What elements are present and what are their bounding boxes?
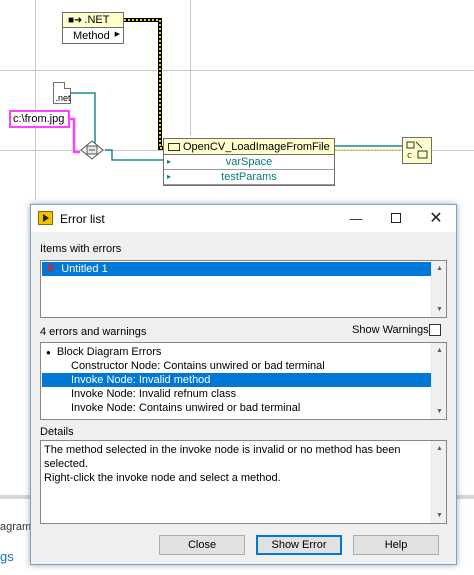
terminal-arrow-icon: ▸	[167, 172, 172, 181]
help-button[interactable]: Help	[353, 535, 439, 555]
tree-item-label: Invoke Node: Invalid method	[71, 374, 211, 386]
dialog-title: Error list	[60, 212, 105, 226]
svg-text:c: c	[407, 151, 412, 160]
items-list[interactable]: ✗ Untitled 1 ▲ ▼	[40, 260, 447, 318]
details-scrollbar[interactable]: ▲ ▼	[431, 441, 446, 523]
tree-item-label: Invoke Node: Invalid refnum class	[71, 388, 237, 400]
scroll-up-arrow-icon[interactable]: ▲	[432, 343, 446, 358]
dotnet-arrow-icon: ■➜	[68, 14, 83, 26]
error-tree-scrollbar[interactable]: ▲ ▼	[431, 343, 446, 419]
list-item-label: Untitled 1	[61, 263, 108, 275]
terminal-arrow-icon: ▸	[167, 157, 172, 166]
tree-item-label: Constructor Node: Contains unwired or ba…	[71, 360, 325, 372]
scroll-up-arrow-icon[interactable]: ▲	[432, 261, 446, 276]
tree-item-selected[interactable]: Invoke Node: Invalid method	[42, 373, 431, 387]
chevron-right-icon: ▶	[114, 31, 120, 38]
dotnet-node-header: ■➜ .NET	[63, 13, 123, 28]
result-indicator[interactable]: c	[402, 137, 432, 164]
tree-item[interactable]: ● Block Diagram Errors	[42, 345, 161, 359]
indicator-glyph-icon: c	[406, 141, 428, 161]
labview-app-icon	[38, 211, 53, 225]
invoke-param-label: testParams	[221, 171, 277, 183]
scroll-up-arrow-icon[interactable]: ▲	[432, 441, 446, 456]
build-path-icon[interactable]	[79, 137, 105, 163]
class-refnum-wire[interactable]	[124, 18, 170, 150]
close-window-button[interactable]: ✕	[416, 205, 456, 232]
error-tree[interactable]: ● Block Diagram Errors Constructor Node: …	[40, 342, 447, 420]
status-link[interactable]: gs	[0, 549, 14, 564]
errors-count-label: 4 errors and warnings	[40, 326, 147, 338]
details-text: The method selected in the invoke node i…	[44, 444, 401, 484]
invoke-node-header: OpenCV_LoadImageFromFile	[164, 139, 334, 155]
tree-bullet-icon: ●	[46, 348, 51, 357]
items-with-errors-label: Items with errors	[40, 243, 122, 255]
tree-item-label: Invoke Node: Contains unwired or bad ter…	[71, 402, 301, 414]
error-x-icon: ✗	[46, 263, 56, 275]
method-label: Method	[73, 29, 110, 42]
class-icon	[168, 142, 180, 151]
scroll-down-arrow-icon[interactable]: ▼	[432, 404, 446, 419]
scroll-down-arrow-icon[interactable]: ▼	[432, 508, 446, 523]
invoke-node[interactable]: OpenCV_LoadImageFromFile ▸ varSpace ▸ te…	[163, 138, 335, 186]
refnum-wire[interactable]	[105, 149, 166, 161]
tree-item[interactable]: Constructor Node: Contains unwired or ba…	[42, 359, 325, 373]
status-text: agram	[0, 521, 32, 533]
method-selector[interactable]: Method ▶	[63, 28, 123, 43]
tree-item[interactable]: Invoke Node: Contains unwired or bad ter…	[42, 401, 300, 415]
dialog-titlebar[interactable]: Error list — ✕	[31, 205, 456, 232]
invoke-param-row[interactable]: ▸ testParams	[164, 170, 334, 185]
dotnet-constructor-node[interactable]: ■➜ .NET Method ▶	[62, 12, 124, 44]
file-extension-label: .net	[55, 93, 71, 103]
path-constant[interactable]: c:\from.jpg	[9, 110, 70, 128]
details-label: Details	[40, 426, 74, 438]
invoke-method-title: OpenCV_LoadImageFromFile	[183, 140, 330, 153]
details-box[interactable]: The method selected in the invoke node i…	[40, 440, 447, 524]
show-warnings-checkbox[interactable]	[429, 324, 441, 336]
maximize-icon	[391, 213, 401, 223]
dotnet-node-title: .NET	[84, 14, 110, 26]
maximize-button[interactable]	[376, 205, 416, 232]
minimize-button[interactable]: —	[336, 205, 376, 232]
close-button[interactable]: Close	[159, 535, 245, 555]
show-warnings-label: Show Warnings	[352, 324, 429, 336]
scroll-down-arrow-icon[interactable]: ▼	[432, 302, 446, 317]
invoke-param-label: varSpace	[225, 156, 273, 168]
list-item[interactable]: ✗ Untitled 1	[42, 262, 431, 276]
tree-item[interactable]: Invoke Node: Invalid refnum class	[42, 387, 236, 401]
items-scrollbar[interactable]: ▲ ▼	[431, 261, 446, 317]
error-list-dialog: Error list — ✕ Items with errors ✗ Untitl…	[30, 204, 457, 565]
tree-item-label: Block Diagram Errors	[56, 346, 162, 358]
invoke-param-row[interactable]: ▸ varSpace	[164, 155, 334, 170]
show-error-button[interactable]: Show Error	[256, 535, 342, 555]
